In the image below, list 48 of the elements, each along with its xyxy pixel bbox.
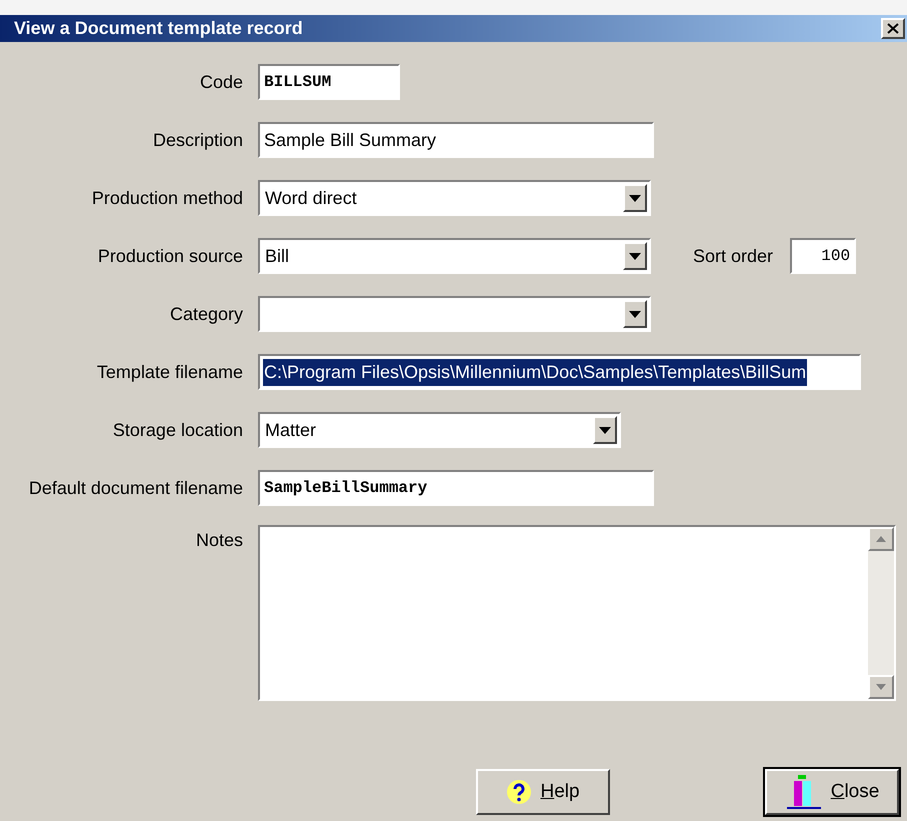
- caret-icon: [629, 252, 641, 260]
- field-label: Category: [170, 302, 243, 326]
- field-label: Production source: [98, 244, 243, 268]
- field-value: Sample Bill Summary: [263, 128, 438, 152]
- dropdown-button[interactable]: [623, 242, 647, 270]
- caret-icon: [599, 426, 611, 434]
- field-label: Description: [152, 128, 243, 152]
- dropdown-button[interactable]: [623, 300, 647, 328]
- field-label: Sort order: [693, 244, 774, 268]
- dropdown-field[interactable]: Matter: [258, 412, 621, 448]
- notes-field[interactable]: [258, 525, 896, 701]
- down-arrow-icon: [876, 684, 886, 690]
- field-label: Production method: [92, 186, 243, 210]
- dropdown-value: Matter: [265, 418, 316, 442]
- help-button[interactable]: Help: [476, 769, 610, 815]
- field-value: 100: [821, 246, 850, 267]
- field-label: Storage location: [112, 418, 243, 442]
- field-value: BILLSUM: [263, 72, 332, 93]
- caret-icon: [629, 310, 641, 318]
- field-label: Code: [200, 70, 243, 94]
- field-label: Notes: [196, 529, 243, 552]
- up-arrow-icon: [876, 536, 886, 542]
- text-field[interactable]: C:\Program Files\Opsis\Millennium\Doc\Samples\Templates\BillSum: [258, 354, 861, 390]
- field-label: Default document filename: [28, 476, 243, 500]
- dropdown-button[interactable]: [593, 416, 617, 444]
- text-field[interactable]: SampleBillSummary: [258, 470, 654, 506]
- text-field[interactable]: 100: [790, 238, 856, 274]
- scroll-up-button[interactable]: [868, 527, 894, 551]
- dropdown-button[interactable]: [623, 184, 647, 212]
- door-icon: [784, 773, 823, 811]
- dropdown-field[interactable]: Bill: [258, 238, 651, 274]
- text-field[interactable]: Sample Bill Summary: [258, 122, 654, 158]
- caret-icon: [629, 194, 641, 202]
- window-title: View a Document template record: [14, 17, 303, 40]
- dropdown-value: Bill: [265, 244, 290, 268]
- dropdown-value: Word direct: [265, 186, 357, 210]
- dropdown-field[interactable]: Word direct: [258, 180, 651, 216]
- field-value: SampleBillSummary: [263, 478, 428, 499]
- close-icon: [887, 23, 899, 34]
- dropdown-field[interactable]: [258, 296, 651, 332]
- close-button[interactable]: Close: [765, 769, 899, 815]
- field-value: C:\Program Files\Opsis\Millennium\Doc\Samples\Templates\BillSum: [263, 358, 808, 386]
- question-icon: [506, 779, 532, 805]
- field-label: Template filename: [96, 360, 243, 384]
- scrollbar[interactable]: [868, 527, 894, 699]
- scroll-down-button[interactable]: [868, 675, 894, 699]
- close-button[interactable]: [881, 18, 905, 39]
- text-field[interactable]: BILLSUM: [258, 64, 400, 100]
